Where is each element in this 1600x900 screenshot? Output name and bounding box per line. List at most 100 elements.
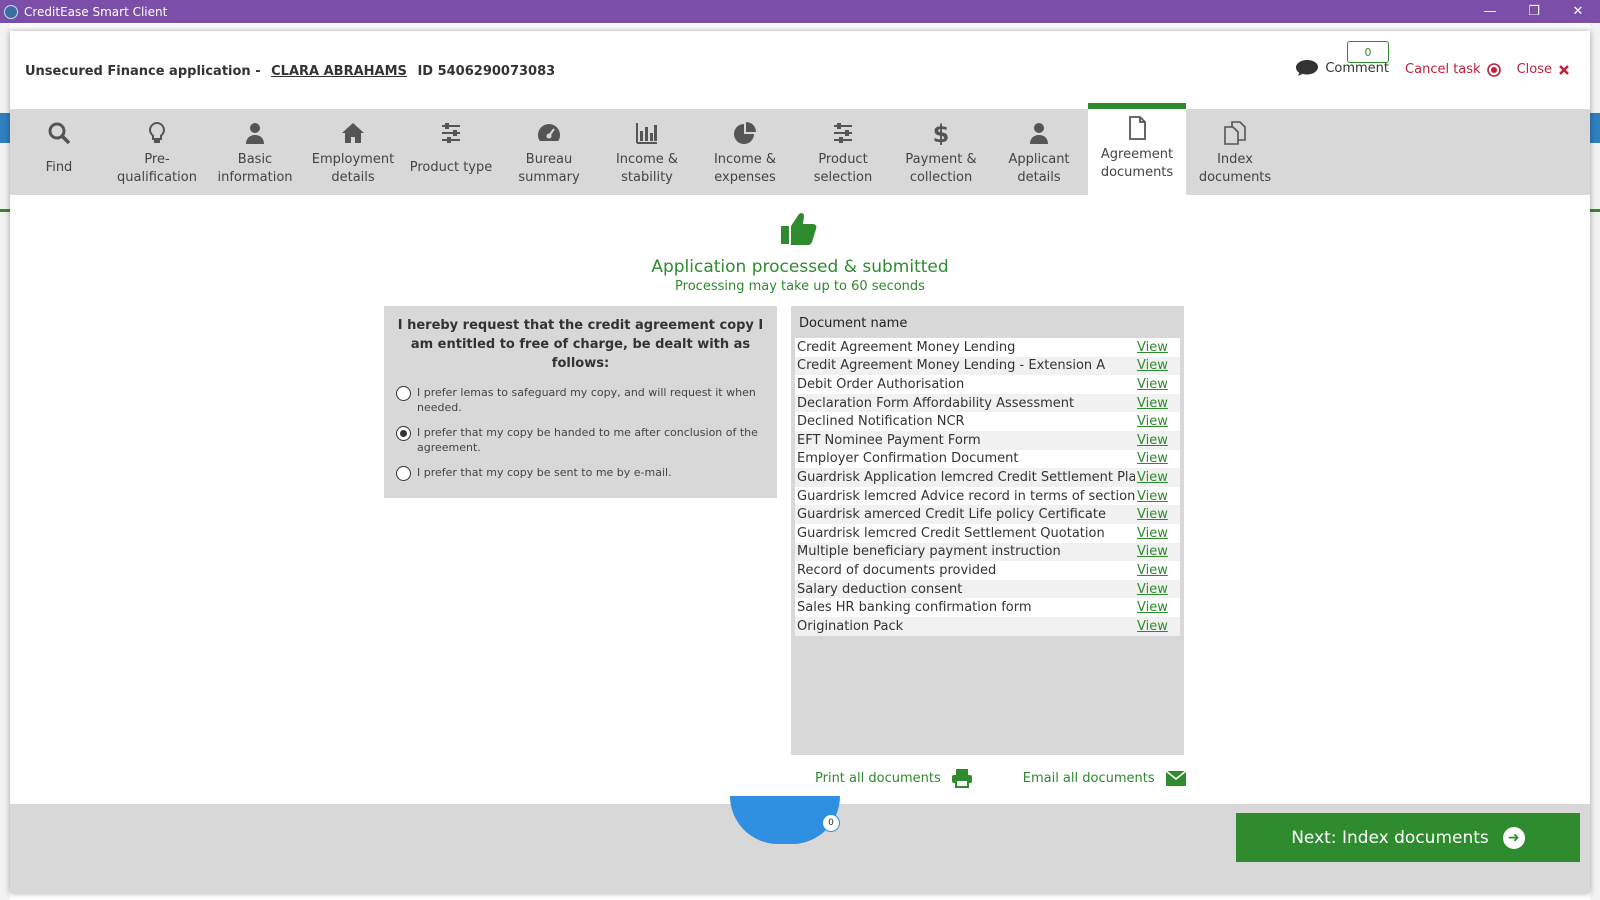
view-document-link[interactable]: View	[1135, 338, 1180, 357]
nav-agreement-documents[interactable]: Agreement documents	[1088, 103, 1186, 195]
radio-safeguard[interactable]	[396, 386, 411, 401]
thumbs-up-icon	[781, 212, 817, 245]
nav-label-line1: Payment &	[905, 152, 977, 167]
close-label: Close	[1516, 62, 1552, 77]
document-row: Salary deduction consent View	[795, 579, 1180, 599]
documents-icon	[1224, 121, 1246, 145]
view-document-link[interactable]: View	[1135, 561, 1180, 580]
request-heading: I hereby request that the credit agreeme…	[397, 318, 764, 371]
document-name: Guardrisk lemcred Credit Settlement Quot…	[795, 523, 1135, 543]
document-name: Declaration Form Affordability Assessmen…	[795, 393, 1135, 413]
nav-bureau-summary[interactable]: Bureau summary	[500, 109, 598, 195]
window-controls: — ❐ ✕	[1468, 0, 1600, 23]
background-app-left	[0, 23, 10, 900]
workflow-nav: Find Pre- qualification Basic informatio…	[10, 103, 1590, 195]
nav-label-line1: Income &	[615, 152, 679, 167]
nav-index-documents[interactable]: Index documents	[1186, 109, 1284, 195]
view-document-link[interactable]: View	[1135, 542, 1180, 562]
view-document-link[interactable]: View	[1135, 579, 1180, 599]
cancel-task-button[interactable]: Cancel task	[1405, 62, 1501, 77]
nav-product-type[interactable]: Product type	[402, 109, 500, 195]
nav-label-line2: stability	[621, 170, 673, 185]
view-document-link[interactable]: View	[1135, 505, 1180, 524]
restore-button[interactable]: ❐	[1512, 0, 1556, 23]
document-name: Guardrisk Application lemcred Credit Set…	[795, 468, 1135, 487]
comment-button[interactable]: 0 Comment	[1295, 41, 1390, 77]
option-label: I prefer lemas to safeguard my copy, and…	[417, 386, 756, 414]
close-button[interactable]: Close	[1517, 62, 1570, 77]
document-name: Declined Notification NCR	[795, 412, 1135, 431]
document-icon	[1129, 116, 1146, 140]
window-title: CreditEase Smart Client	[24, 4, 168, 19]
nav-employment-details[interactable]: Employment details	[304, 109, 402, 195]
view-document-link[interactable]: View	[1135, 598, 1180, 617]
request-option-email[interactable]: I prefer that my copy be sent to me by e…	[396, 465, 765, 481]
nav-label-line1: Product	[818, 152, 868, 167]
request-option-handed[interactable]: I prefer that my copy be handed to me af…	[396, 425, 765, 455]
radio-handed[interactable]	[396, 426, 411, 441]
request-option-safeguard[interactable]: I prefer lemas to safeguard my copy, and…	[396, 385, 765, 415]
next-index-documents-button[interactable]: Next: Index documents ➜	[1236, 813, 1580, 862]
dollar-icon: $	[933, 121, 950, 145]
document-row: Declaration Form Affordability Assessmen…	[795, 393, 1180, 413]
document-row: Origination Pack View	[795, 616, 1180, 636]
view-document-link[interactable]: View	[1135, 486, 1180, 506]
nav-label-line2: qualification	[117, 170, 197, 185]
submission-status: Application processed & submitted Proces…	[10, 209, 1590, 294]
nav-applicant-details[interactable]: Applicant details	[990, 109, 1088, 195]
status-subtext: Processing may take up to 60 seconds	[675, 279, 925, 294]
chat-widget-badge: 0	[822, 814, 840, 832]
view-document-link[interactable]: View	[1135, 412, 1180, 431]
nav-label-line2: details	[1017, 170, 1061, 185]
radio-email[interactable]	[396, 466, 411, 481]
view-document-link[interactable]: View	[1135, 616, 1180, 636]
nav-payment-collection[interactable]: $ Payment & collection	[892, 109, 990, 195]
nav-label-line1: Pre-	[144, 152, 170, 167]
minimize-button[interactable]: —	[1468, 0, 1512, 23]
view-document-link[interactable]: View	[1135, 430, 1180, 450]
view-document-link[interactable]: View	[1135, 356, 1180, 376]
nav-pre-qualification[interactable]: Pre- qualification	[108, 109, 206, 195]
nav-income-stability[interactable]: Income & stability	[598, 109, 696, 195]
document-name: Debit Order Authorisation	[795, 375, 1135, 394]
print-all-button[interactable]: Print all documents	[815, 768, 973, 788]
lightbulb-icon	[149, 121, 165, 143]
nav-label-line1: Employment	[311, 152, 395, 167]
documents-column-header: Document name	[799, 316, 908, 331]
app-logo-icon	[4, 4, 18, 19]
user-icon	[1030, 123, 1048, 144]
nav-label-line1: Index	[1217, 152, 1253, 167]
nav-basic-information[interactable]: Basic information	[206, 109, 304, 195]
nav-label-line2: selection	[813, 170, 873, 185]
view-document-link[interactable]: View	[1135, 523, 1180, 543]
nav-label-line2: collection	[909, 170, 973, 185]
email-all-button[interactable]: Email all documents	[1023, 768, 1187, 788]
document-row: Guardrisk lemcred Advice record in terms…	[795, 486, 1180, 506]
document-row: Credit Agreement Money Lending View	[795, 338, 1180, 357]
window-titlebar: CreditEase Smart Client — ❐ ✕	[0, 0, 1600, 23]
home-icon	[342, 123, 364, 143]
nav-label-line1: Bureau	[525, 152, 573, 167]
nav-find[interactable]: Find	[10, 109, 108, 195]
option-label: I prefer that my copy be sent to me by e…	[417, 466, 672, 479]
envelope-icon	[1165, 770, 1187, 786]
documents-panel: Document name Credit Agreement Money Len…	[791, 306, 1184, 755]
document-row: Record of documents provided View	[795, 561, 1180, 580]
document-name: Guardrisk lemcred Advice record in terms…	[795, 486, 1135, 506]
sliders-icon	[442, 123, 460, 143]
view-document-link[interactable]: View	[1135, 393, 1180, 413]
document-row: EFT Nominee Payment Form View	[795, 430, 1180, 450]
nav-label-line1: Applicant	[1008, 152, 1070, 167]
applicant-name-link[interactable]: CLARA ABRAHAMS	[271, 64, 407, 79]
close-window-button[interactable]: ✕	[1556, 0, 1600, 23]
document-row: Declined Notification NCR View	[795, 412, 1180, 431]
agreement-copy-request-panel: I hereby request that the credit agreeme…	[384, 306, 777, 498]
nav-product-selection[interactable]: Product selection	[794, 109, 892, 195]
document-name: Sales HR banking confirmation form	[795, 598, 1135, 617]
close-x-icon	[1559, 64, 1569, 75]
view-document-link[interactable]: View	[1135, 375, 1180, 394]
title-prefix: Unsecured Finance application -	[25, 64, 261, 79]
nav-income-expenses[interactable]: Income & expenses	[696, 109, 794, 195]
view-document-link[interactable]: View	[1135, 468, 1180, 487]
view-document-link[interactable]: View	[1135, 449, 1180, 469]
